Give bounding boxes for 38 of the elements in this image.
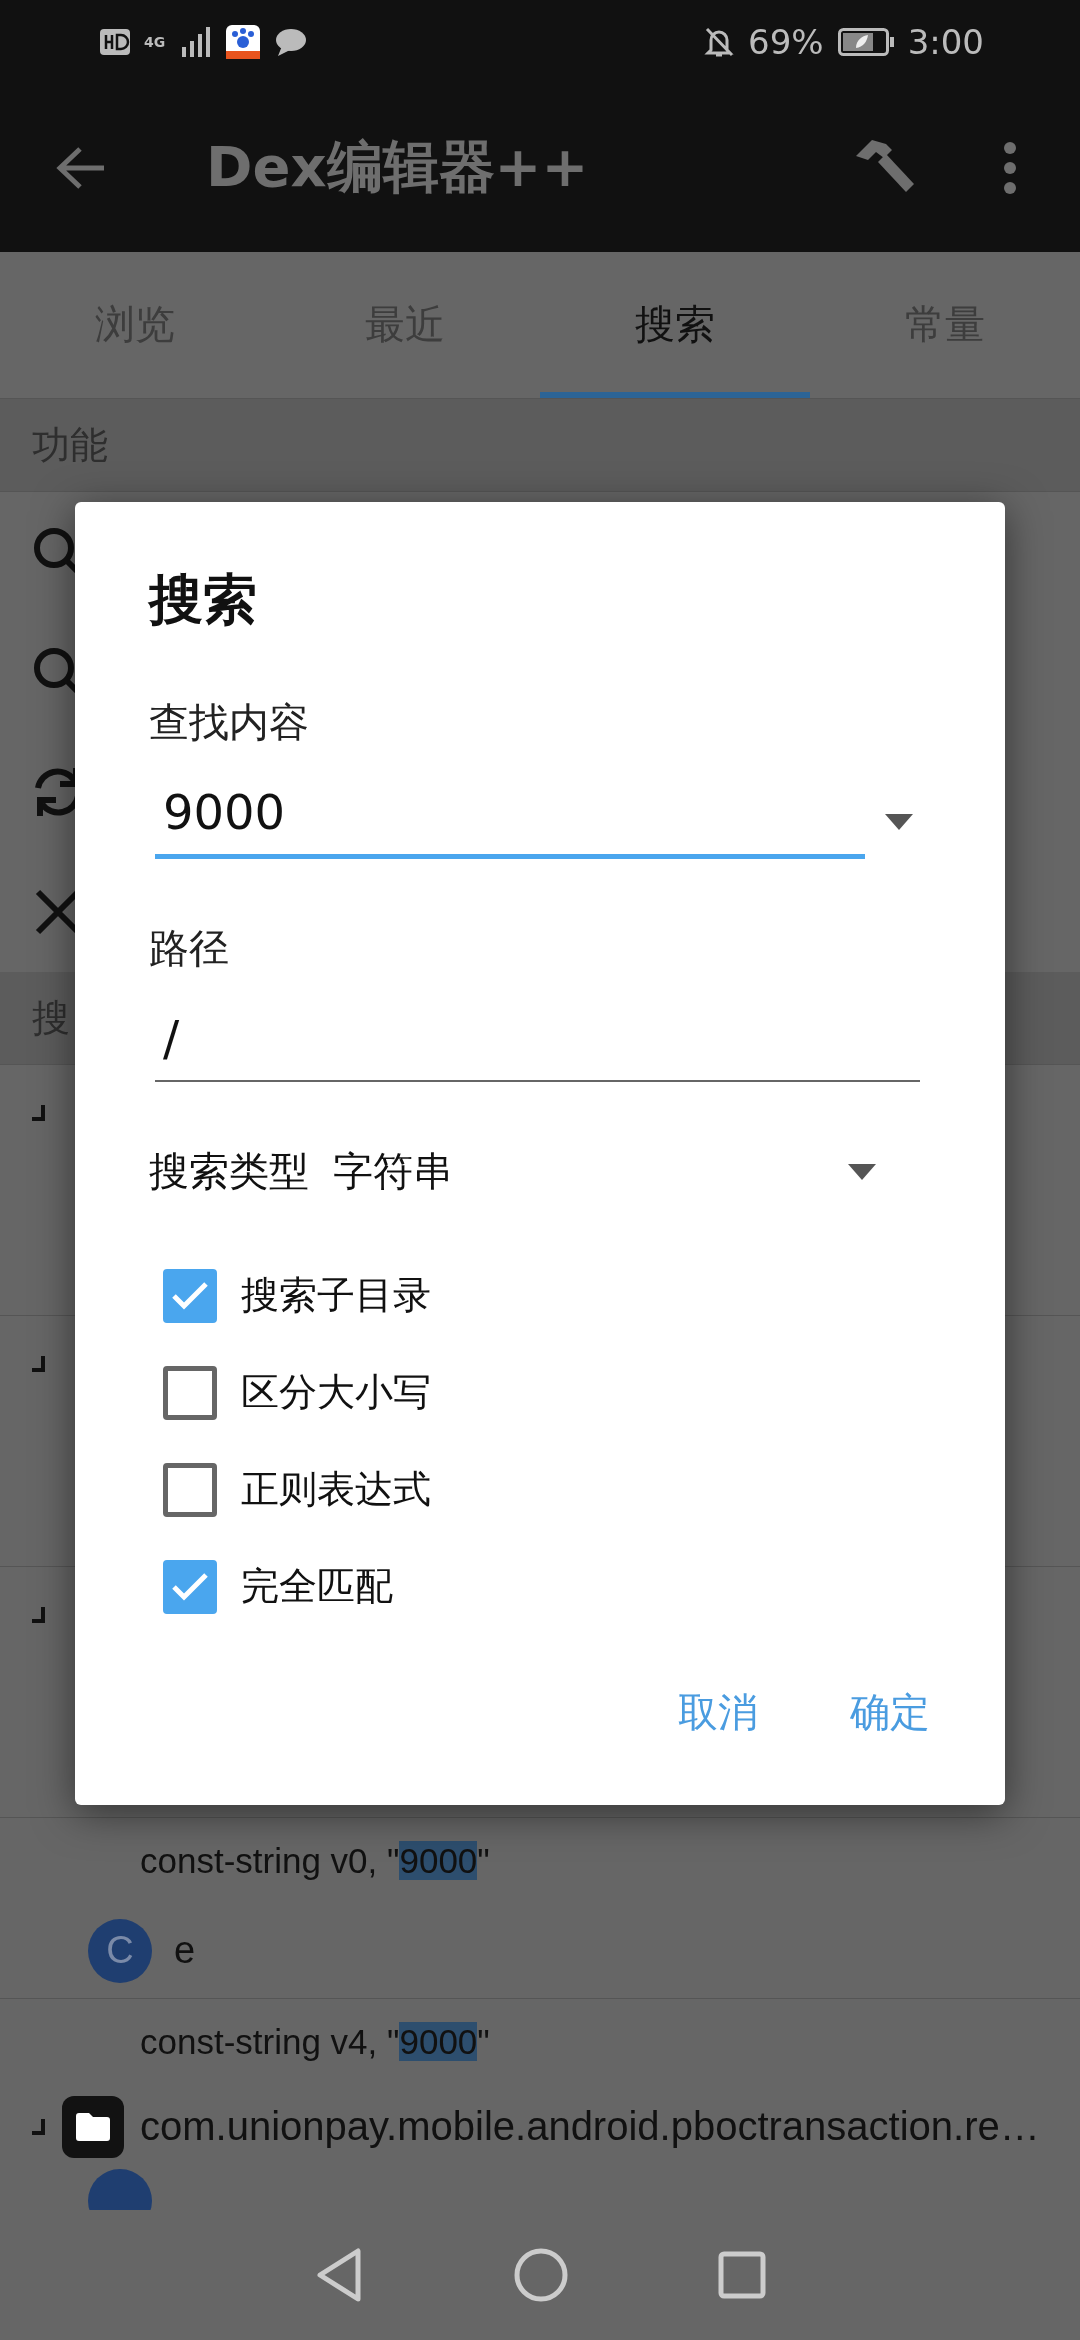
class-name: e — [174, 1929, 196, 1972]
corner-icon — [30, 1607, 46, 1623]
field-label: 路径 — [149, 924, 230, 973]
checkbox-option[interactable]: 正则表达式 — [149, 1441, 437, 1538]
app-icon — [226, 25, 260, 59]
input-field[interactable]: 9000 — [155, 784, 865, 859]
checkbox-option[interactable]: 完全匹配 — [149, 1538, 399, 1635]
field-label: 搜索类型 — [149, 1147, 309, 1196]
signal-icon — [182, 27, 212, 57]
clock: 3:00 — [907, 22, 984, 62]
checkbox-option[interactable]: 搜索子目录 — [149, 1247, 437, 1344]
home-icon[interactable] — [514, 2248, 568, 2302]
corner-icon — [30, 1105, 46, 1121]
network-type: 4G — [144, 35, 167, 49]
battery-icon — [837, 28, 894, 56]
dropdown-value[interactable]: 字符串 — [333, 1144, 453, 1199]
folder-icon — [62, 2095, 124, 2158]
corner-icon — [30, 1356, 46, 1372]
chat-bubble-icon — [274, 28, 306, 56]
dropdown-icon[interactable] — [848, 1163, 876, 1180]
dialog-title: 搜索 — [149, 567, 258, 633]
class-icon: C — [88, 1918, 152, 1983]
back-icon[interactable] — [314, 2247, 364, 2303]
recents-icon[interactable] — [718, 2251, 766, 2299]
dropdown-icon[interactable] — [885, 813, 913, 830]
field-label: 查找内容 — [149, 698, 310, 747]
checkmark-icon — [171, 1280, 209, 1311]
back-arrow-icon[interactable] — [56, 146, 106, 190]
input-field[interactable]: / — [155, 1010, 920, 1082]
corner-icon — [30, 2118, 46, 2135]
hd-icon — [100, 29, 130, 55]
checkmark-icon — [171, 1571, 209, 1602]
bell-off-icon — [704, 26, 735, 58]
code-line: const-string v4, "9000" — [140, 2021, 490, 2062]
code-line: const-string v0, "9000" — [140, 1840, 490, 1881]
checkbox-option[interactable]: 区分大小写 — [149, 1344, 437, 1441]
battery-percent: 69% — [748, 22, 824, 62]
app-title: Dex编辑器++ — [206, 133, 590, 201]
